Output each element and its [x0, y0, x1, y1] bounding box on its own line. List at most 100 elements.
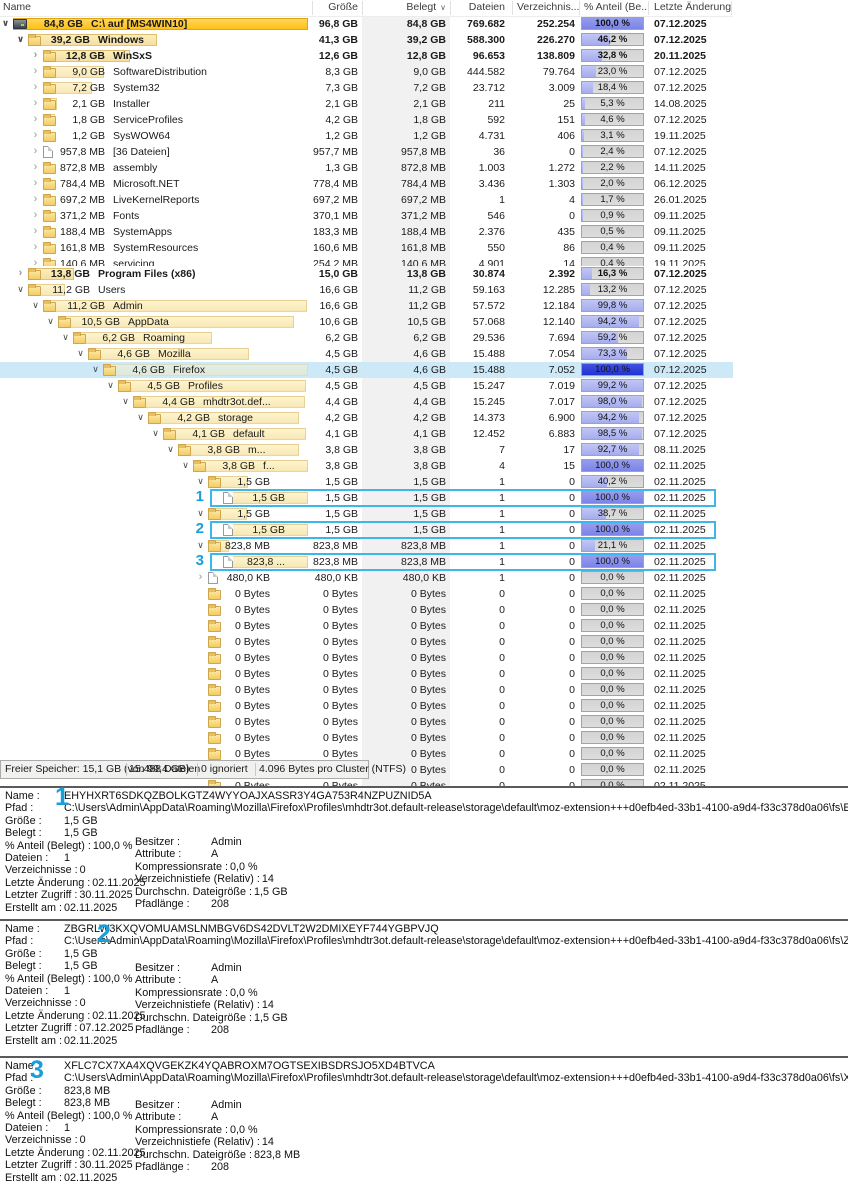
tree-row[interactable]: 0 Bytes 0 Bytes 0 Bytes 0 0 0,0 % 02.11.2025	[0, 634, 733, 650]
expand-chevron-icon[interactable]: ›	[30, 80, 41, 94]
expand-chevron-icon[interactable]: ›	[30, 96, 41, 110]
expand-chevron-icon[interactable]: ›	[30, 256, 41, 266]
expand-chevron-icon[interactable]: ›	[30, 128, 41, 142]
cell-belegt: 10,5 GB	[407, 316, 446, 328]
expand-chevron-icon[interactable]: ›	[15, 266, 26, 280]
column-header-belegt[interactable]: Belegt ∨	[362, 0, 446, 15]
cell-dateien: 15.245	[472, 396, 505, 408]
panel-right-column: Besitzer : Admin Attribute : A Kompressionsr…	[135, 962, 288, 1036]
expand-chevron-icon[interactable]: ›	[195, 570, 206, 584]
tree-row-systemapps[interactable]: › 188,4 MB SystemApps 183,3 MB 188,4 MB 2.376…	[0, 224, 733, 240]
percent-bar: 0,0 %	[581, 571, 644, 584]
tree-row[interactable]: 0 Bytes 0 Bytes 0 Bytes 0 0 0,0 % 02.11.2025	[0, 698, 733, 714]
cell-letzte-aenderung: 02.11.2025	[654, 588, 706, 600]
tree-row-c-auf-ms4win10[interactable]: ∨ 84,8 GB C:\ auf [MS4WIN10] 96,8 GB 84,8 GB…	[0, 16, 733, 32]
cell-verzeichnisse: 12.140	[542, 316, 575, 328]
tree-row-softwaredistribution[interactable]: › 9,0 GB SoftwareDistribution 8,3 GB 9,0 GB 4…	[0, 64, 733, 80]
column-header-dateien[interactable]: Dateien	[450, 0, 505, 15]
tree-row[interactable]: › 480,0 KB 480,0 KB 480,0 KB 1 0 0,0 % 02.11.20…	[0, 570, 733, 586]
tree-row-f[interactable]: ∨ 3,8 GB f... 3,8 GB 3,8 GB 4 15 100,0 % 02.11.2…	[0, 458, 733, 474]
tree-row-serviceprofiles[interactable]: › 1,8 GB ServiceProfiles 4,2 GB 1,8 GB 592 151…	[0, 112, 733, 128]
tree-row-users[interactable]: ∨ 11,2 GB Users 16,6 GB 11,2 GB 59.163 12.285 1…	[0, 282, 733, 298]
collapse-chevron-icon[interactable]: ∨	[90, 362, 101, 377]
tree-row[interactable]: 0 Bytes 0 Bytes 0 Bytes 0 0 0,0 % 02.11.2025	[0, 682, 733, 698]
collapse-chevron-icon[interactable]: ∨	[195, 506, 206, 521]
percent-bar: 98,5 %	[581, 427, 644, 440]
collapse-chevron-icon[interactable]: ∨	[150, 426, 161, 441]
tree-row-systemresources[interactable]: › 161,8 MB SystemResources 160,6 MB 161,8 MB…	[0, 240, 733, 256]
column-header-verzeichnis-[interactable]: Verzeichnis...	[517, 0, 579, 15]
collapse-chevron-icon[interactable]: ∨	[75, 346, 86, 361]
expand-chevron-icon[interactable]: ›	[30, 208, 41, 222]
cell-belegt: 0 Bytes	[410, 748, 446, 760]
expand-chevron-icon[interactable]: ›	[30, 160, 41, 174]
collapse-chevron-icon[interactable]: ∨	[30, 298, 41, 313]
tree-row-syswow64[interactable]: › 1,2 GB SysWOW64 1,2 GB 1,2 GB 4.731 406 3,1 %…	[0, 128, 733, 144]
tree-row-default[interactable]: ∨ 4,1 GB default 4,1 GB 4,1 GB 12.452 6.883 98,…	[0, 426, 733, 442]
expand-chevron-icon[interactable]: ›	[30, 144, 41, 158]
tree-row[interactable]: ∨ 823,8 MB 823,8 MB 823,8 MB 1 0 21,1 % 02.11.2…	[0, 538, 733, 554]
tree-row[interactable]: 0 Bytes 0 Bytes 0 Bytes 0 0 0,0 % 02.11.2025	[0, 618, 733, 634]
expand-chevron-icon[interactable]: ›	[30, 112, 41, 126]
expand-chevron-icon[interactable]: ›	[30, 240, 41, 254]
collapse-chevron-icon[interactable]: ∨	[15, 282, 26, 297]
tree-row-program-files-x86[interactable]: › 13,8 GB Program Files (x86) 15,0 GB 13,8 G…	[0, 266, 733, 282]
tree-row[interactable]: 0 Bytes 0 Bytes 0 Bytes 0 0 0,0 % 02.11.2025	[0, 650, 733, 666]
collapse-chevron-icon[interactable]: ∨	[135, 410, 146, 425]
tree-row-servicing[interactable]: › 140,6 MB servicing 254,2 MB 140,6 MB 4.901 1…	[0, 256, 733, 266]
collapse-chevron-icon[interactable]: ∨	[120, 394, 131, 409]
tree-row-m[interactable]: ∨ 3,8 GB m... 3,8 GB 3,8 GB 7 17 92,7 % 08.11.20…	[0, 442, 733, 458]
percent-label: 0,0 %	[600, 684, 625, 695]
tree-row[interactable]: ∨ 1,5 GB 1,5 GB 1,5 GB 1 0 40,2 % 02.11.2025	[0, 474, 733, 490]
expand-chevron-icon[interactable]: ›	[30, 48, 41, 62]
column-header--anteil-be-[interactable]: % Anteil (Be...	[584, 0, 650, 15]
tree-row-admin[interactable]: ∨ 11,2 GB Admin 16,6 GB 11,2 GB 57.572 12.184 9…	[0, 298, 733, 314]
collapse-chevron-icon[interactable]: ∨	[195, 538, 206, 553]
tree-row-profiles[interactable]: ∨ 4,5 GB Profiles 4,5 GB 4,5 GB 15.247 7.019 99…	[0, 378, 733, 394]
tree-row-livekernelreports[interactable]: › 697,2 MB LiveKernelReports 697,2 MB 697,2 …	[0, 192, 733, 208]
expand-chevron-icon[interactable]: ›	[30, 64, 41, 78]
tree-row-mozilla[interactable]: ∨ 4,6 GB Mozilla 4,5 GB 4,6 GB 15.488 7.054 73,…	[0, 346, 733, 362]
cell-verzeichnisse: 0	[569, 700, 575, 712]
tree-row-roaming[interactable]: ∨ 6,2 GB Roaming 6,2 GB 6,2 GB 29.536 7.694 59,…	[0, 330, 733, 346]
tree-row-assembly[interactable]: › 872,8 MB assembly 1,3 GB 872,8 MB 1.003 1.27…	[0, 160, 733, 176]
tree-row-firefox[interactable]: ∨ 4,6 GB Firefox 4,5 GB 4,6 GB 15.488 7.052 100…	[0, 362, 733, 378]
collapse-chevron-icon[interactable]: ∨	[105, 378, 116, 393]
tree-row-winsxs[interactable]: › 12,8 GB WinSxS 12,6 GB 12,8 GB 96.653 138.80…	[0, 48, 733, 64]
tree-row[interactable]: 0 Bytes 0 Bytes 0 Bytes 0 0 0,0 % 02.11.2025	[0, 778, 733, 786]
column-header-gr-e[interactable]: Größe	[312, 0, 358, 15]
tree-row-microsoft-net[interactable]: › 784,4 MB Microsoft.NET 778,4 MB 784,4 MB 3.…	[0, 176, 733, 192]
panel-field-gr-e: Größe : 823,8 MB	[5, 1085, 848, 1097]
tree-row[interactable]: 0 Bytes 0 Bytes 0 Bytes 0 0 0,0 % 02.11.2025	[0, 714, 733, 730]
column-header-label: Dateien	[468, 1, 505, 13]
percent-label: 0,0 %	[600, 636, 625, 647]
tree-row-mhdtr3ot-def[interactable]: ∨ 4,4 GB mhdtr3ot.def... 4,4 GB 4,4 GB 15.245…	[0, 394, 733, 410]
item-size-label: 0 Bytes	[234, 684, 270, 696]
collapse-chevron-icon[interactable]: ∨	[0, 16, 11, 31]
tree-row[interactable]: 0 Bytes 0 Bytes 0 Bytes 0 0 0,0 % 02.11.2025	[0, 666, 733, 682]
expand-chevron-icon[interactable]: ›	[30, 192, 41, 206]
tree-row-installer[interactable]: › 2,1 GB Installer 2,1 GB 2,1 GB 211 25 5,3 % 14…	[0, 96, 733, 112]
tree-row-windows[interactable]: ∨ 39,2 GB Windows 41,3 GB 39,2 GB 588.300 226.…	[0, 32, 733, 48]
collapse-chevron-icon[interactable]: ∨	[195, 474, 206, 489]
expand-chevron-icon[interactable]: ›	[30, 176, 41, 190]
column-header-letzte-nderung[interactable]: Letzte Änderung	[654, 0, 731, 15]
tree-row-fonts[interactable]: › 371,2 MB Fonts 370,1 MB 371,2 MB 546 0 0,9 % 0…	[0, 208, 733, 224]
expand-chevron-icon[interactable]: ›	[30, 224, 41, 238]
item-size-label: 10,5 GB	[81, 316, 120, 328]
tree-row-storage[interactable]: ∨ 4,2 GB storage 4,2 GB 4,2 GB 14.373 6.900 94,…	[0, 410, 733, 426]
collapse-chevron-icon[interactable]: ∨	[165, 442, 176, 457]
tree-row[interactable]: 0 Bytes 0 Bytes 0 Bytes 0 0 0,0 % 02.11.2025	[0, 586, 733, 602]
column-header-name[interactable]: Name	[3, 0, 31, 15]
tree-row[interactable]: ∨ 1,5 GB 1,5 GB 1,5 GB 1 0 38,7 % 02.11.2025	[0, 506, 733, 522]
collapse-chevron-icon[interactable]: ∨	[15, 32, 26, 47]
field-value: 823,8 MB	[64, 1097, 111, 1110]
collapse-chevron-icon[interactable]: ∨	[180, 458, 191, 473]
tree-row[interactable]: 0 Bytes 0 Bytes 0 Bytes 0 0 0,0 % 02.11.2025	[0, 730, 733, 746]
tree-row-36-dateien[interactable]: › 957,8 MB [36 Dateien] 957,7 MB 957,8 MB 36 0…	[0, 144, 733, 160]
tree-row-system32[interactable]: › 7,2 GB System32 7,3 GB 7,2 GB 23.712 3.009 18…	[0, 80, 733, 96]
tree-row[interactable]: 0 Bytes 0 Bytes 0 Bytes 0 0 0,0 % 02.11.2025	[0, 602, 733, 618]
collapse-chevron-icon[interactable]: ∨	[45, 314, 56, 329]
tree-row-appdata[interactable]: ∨ 10,5 GB AppData 10,6 GB 10,5 GB 57.068 12.14…	[0, 314, 733, 330]
collapse-chevron-icon[interactable]: ∨	[60, 330, 71, 345]
